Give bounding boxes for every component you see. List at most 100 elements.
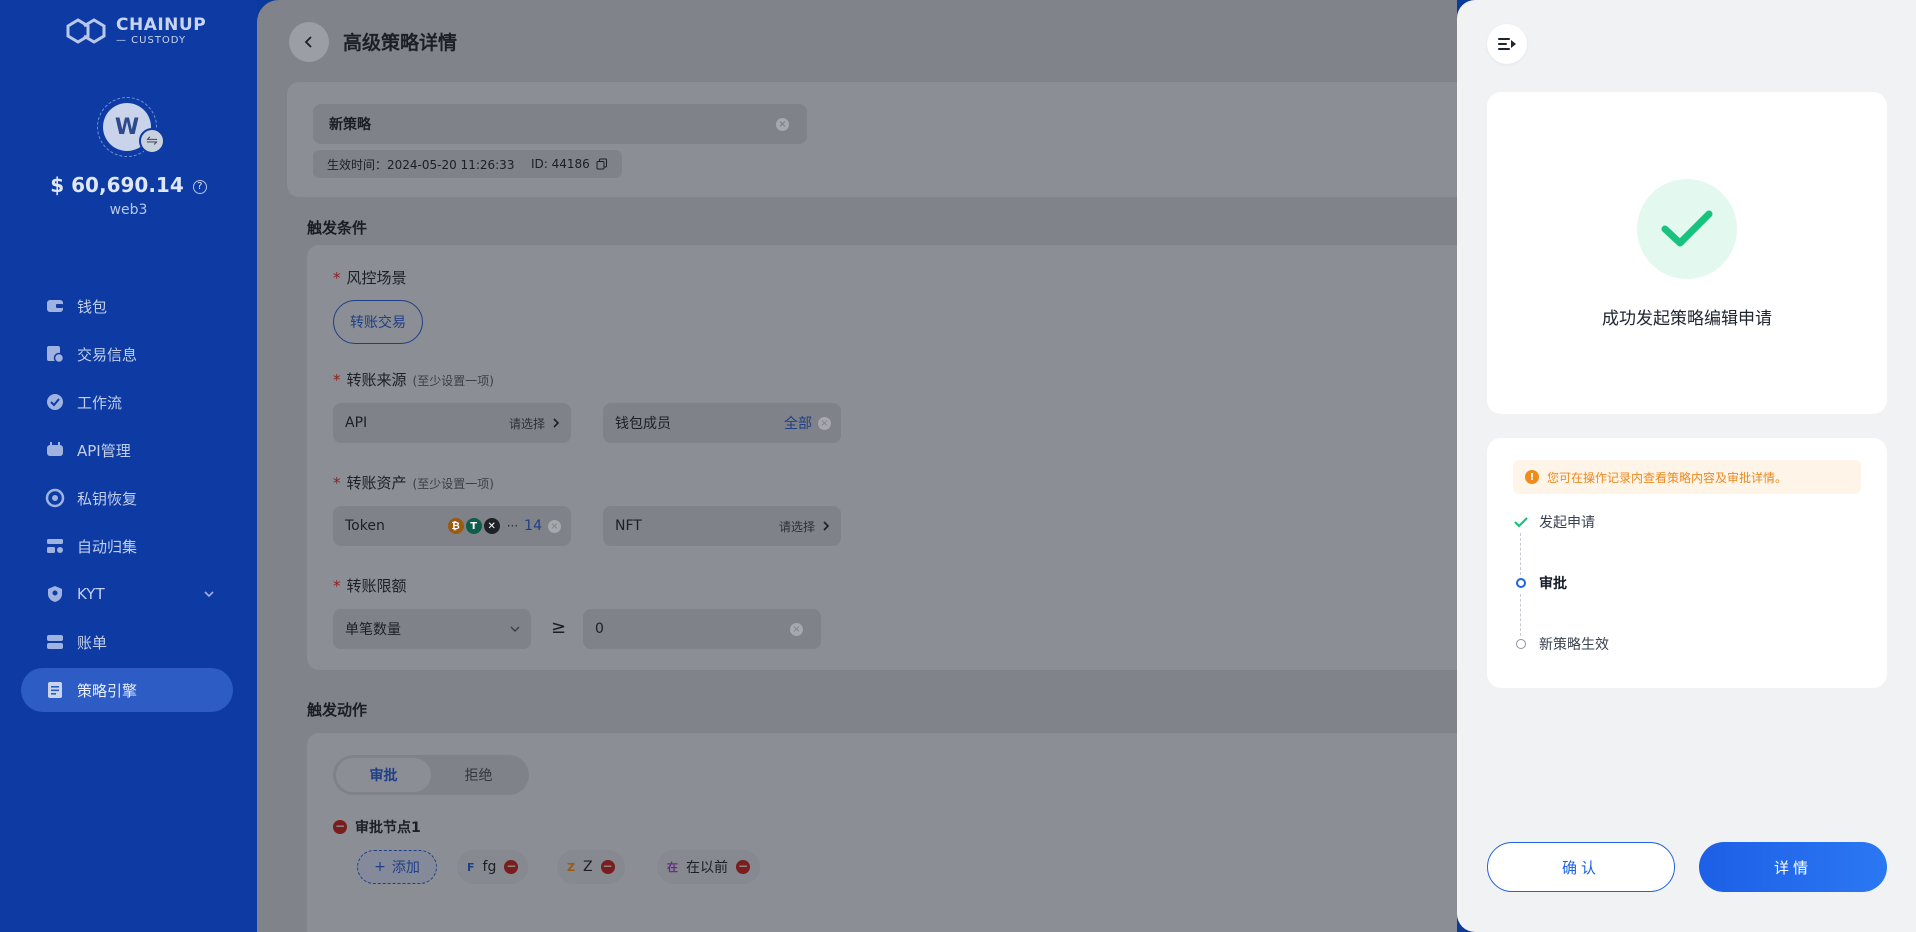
- workflow-icon: [47, 394, 63, 410]
- pending-step-icon: [1513, 636, 1529, 652]
- copy-icon[interactable]: [596, 158, 608, 170]
- remove-approver-icon[interactable]: −: [600, 860, 615, 874]
- logo-line1: CHAINUP: [116, 14, 207, 35]
- please-select-text: 请选择: [778, 519, 815, 534]
- sidebar-item-wallet[interactable]: 钱包: [21, 284, 233, 328]
- select-arrow: [509, 623, 521, 635]
- limit-type-select[interactable]: 单笔数量: [333, 609, 531, 649]
- select-hint: 请选择: [779, 518, 831, 535]
- current-step-icon: [1513, 575, 1529, 591]
- switch-account-icon[interactable]: ⇋: [139, 128, 165, 154]
- policy-name-field[interactable]: 新策略 ×: [313, 104, 807, 144]
- sidebar-item-label: 策略引擎: [77, 681, 138, 700]
- limit-label: * 转账限额: [333, 575, 407, 596]
- source-label: * 转账来源 (至少设置一项): [333, 369, 494, 390]
- action-reject-tab[interactable]: 拒绝: [431, 758, 526, 792]
- policy-name: 新策略: [329, 117, 371, 133]
- tether-icon: T: [464, 517, 483, 535]
- step-approval: 审批: [1513, 573, 1567, 593]
- trigger-condition-title: 触发条件: [307, 219, 368, 237]
- policy-header-card: 新策略 × 生效时间：2024-05-20 11:26:33 ID: 44186: [287, 82, 1457, 197]
- step-label: 新策略生效: [1539, 637, 1609, 653]
- approver-name: 在以前: [686, 860, 728, 876]
- sidebar-item-workflow[interactable]: 工作流: [21, 380, 233, 424]
- chevron-down-icon[interactable]: [203, 588, 215, 600]
- main-content: 高级策略详情 新策略 × 生效时间：2024-05-20 11:26:33 ID…: [257, 0, 1457, 932]
- progress-card: ! 您可在操作记录内查看策略内容及审批详情。 发起申请 审批 新策略生效: [1487, 438, 1887, 688]
- clear-icon[interactable]: ×: [776, 117, 789, 131]
- approver-initial: 在: [667, 861, 678, 874]
- sidebar-item-bill[interactable]: 账单: [21, 620, 233, 664]
- operator: ≥: [551, 617, 567, 638]
- success-card: 成功发起策略编辑申请: [1487, 92, 1887, 414]
- sidebar-item-kyt[interactable]: KYT: [21, 572, 233, 616]
- remove-node-icon[interactable]: −: [333, 820, 347, 834]
- sidebar-item-label: 交易信息: [77, 345, 138, 364]
- remove-approver-icon[interactable]: −: [504, 860, 519, 874]
- add-approver-button[interactable]: + 添加: [357, 850, 437, 884]
- sidebar-item-label: 工作流: [77, 393, 123, 412]
- source-member-select[interactable]: 钱包成员 全部 ×: [603, 403, 841, 443]
- approval-node: − 审批节点1: [333, 817, 421, 837]
- confirm-button[interactable]: 确认: [1487, 842, 1675, 892]
- sidebar-item-label: KYT: [77, 585, 105, 603]
- sidebar-item-label: 私钥恢复: [77, 489, 138, 508]
- select-hint: 请选择: [509, 415, 561, 432]
- sidebar-item-transactions[interactable]: 交易信息: [21, 332, 233, 376]
- collapse-menu-icon: [1498, 38, 1516, 50]
- step-label: 发起申请: [1539, 515, 1595, 531]
- transaction-icon: [47, 346, 65, 364]
- success-message: 成功发起策略编辑申请: [1602, 309, 1772, 329]
- sidebar-item-policy-engine[interactable]: 策略引擎: [21, 668, 233, 712]
- plus-icon: +: [374, 859, 386, 875]
- source-member-label: 钱包成员: [615, 416, 671, 432]
- trigger-action-card: 审批 拒绝 − 审批节点1 + 添加 F fg − Z Z − 在 在以前 −: [307, 733, 1457, 932]
- collapse-drawer-button[interactable]: [1487, 24, 1527, 64]
- asset-label: * 转账资产 (至少设置一项): [333, 472, 494, 493]
- balance: $ 60,690.14 ?: [0, 173, 257, 197]
- asset-nft-select[interactable]: NFT 请选择: [603, 506, 841, 546]
- approver-name: fg: [482, 859, 497, 875]
- sidebar-item-auto-collect[interactable]: 自动归集: [21, 524, 233, 568]
- hint-text: (至少设置一项): [412, 374, 494, 388]
- risk-scene-tag[interactable]: 转账交易: [333, 300, 423, 344]
- page-title: 高级策略详情: [343, 32, 458, 54]
- step-effective: 新策略生效: [1513, 634, 1609, 654]
- wallet-icon: [47, 300, 63, 312]
- trigger-action-title: 触发动作: [307, 701, 368, 719]
- action-approve-tab[interactable]: 审批: [336, 758, 431, 792]
- select-value: 全部 ×: [784, 413, 831, 433]
- success-badge: [1637, 179, 1737, 279]
- source-api-label: API: [345, 415, 368, 431]
- key-recovery-icon: [45, 488, 65, 508]
- policy-id: ID: 44186: [531, 157, 590, 171]
- sidebar-item-label: 钱包: [77, 297, 108, 316]
- logo[interactable]: CHAINUP — CUSTODY: [64, 16, 206, 46]
- required-mark: *: [333, 577, 341, 595]
- logo-line2: — CUSTODY: [116, 34, 187, 46]
- approver-name: Z: [582, 859, 593, 875]
- limit-value-input[interactable]: 0 ×: [583, 609, 821, 649]
- trigger-condition-card: * 风控场景 转账交易 * 转账来源 (至少设置一项) API 请选择 钱包成员 全部…: [307, 245, 1457, 670]
- please-select-text: 请选择: [508, 416, 545, 431]
- required-mark: *: [333, 474, 341, 492]
- effective-time-chip: 生效时间：2024-05-20 11:26:33: [313, 150, 529, 178]
- detail-button[interactable]: 详情: [1699, 842, 1887, 892]
- back-button[interactable]: [289, 22, 329, 62]
- clear-icon[interactable]: ×: [790, 622, 803, 636]
- sidebar-item-label: 账单: [77, 633, 108, 652]
- clear-icon[interactable]: ×: [818, 416, 831, 430]
- clear-icon[interactable]: ×: [548, 519, 561, 533]
- sidebar-item-api[interactable]: API管理: [21, 428, 233, 472]
- help-icon[interactable]: ?: [192, 180, 207, 194]
- remove-approver-icon[interactable]: −: [736, 860, 750, 874]
- sidebar-item-key-recovery[interactable]: 私钥恢复: [21, 476, 233, 520]
- limit-value: 0: [595, 621, 604, 637]
- asset-token-select[interactable]: Token ₿ T ✕ ··· 14 ×: [333, 506, 571, 546]
- approver-initial: Z: [567, 860, 575, 874]
- source-api-select[interactable]: API 请选择: [333, 403, 571, 443]
- asset-nft-label: NFT: [615, 518, 642, 534]
- chevron-left-icon: [304, 36, 312, 48]
- check-icon: [1513, 514, 1529, 530]
- info-notice: ! 您可在操作记录内查看策略内容及审批详情。: [1513, 460, 1861, 494]
